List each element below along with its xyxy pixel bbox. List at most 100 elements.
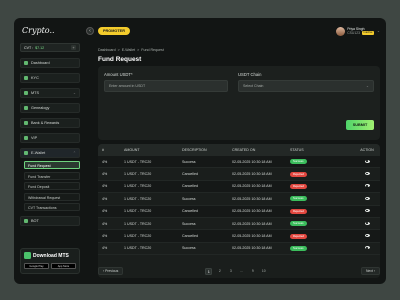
cell-description: Success bbox=[182, 246, 196, 251]
app-logo[interactable]: Crypto.. bbox=[22, 26, 80, 35]
view-eye-icon[interactable] bbox=[364, 221, 370, 225]
cell-amount: 1 USDT - TRC20 bbox=[124, 184, 152, 189]
page-number[interactable]: 2 bbox=[216, 268, 223, 275]
cell-index: 4% bbox=[102, 172, 108, 177]
status-badge: Rejected bbox=[290, 208, 308, 214]
cell-action bbox=[354, 246, 380, 250]
status-badge: Success bbox=[290, 221, 307, 227]
collapse-sidebar-button[interactable]: ‹ bbox=[86, 27, 94, 35]
cell-amount: 1 USDT - TRC20 bbox=[124, 246, 152, 251]
cell-index: 4% bbox=[102, 184, 108, 189]
cell-amount: 1 USDT - TRC20 bbox=[124, 196, 152, 201]
cell-index: 4% bbox=[102, 196, 108, 201]
sidebar-item-label: MTS bbox=[31, 91, 40, 95]
cell-action bbox=[354, 184, 380, 188]
submenu-fund-request[interactable]: Fund Request bbox=[24, 161, 80, 169]
breadcrumb-separator: > bbox=[137, 48, 140, 52]
status-badge: Rejected bbox=[290, 183, 308, 189]
cell-action bbox=[354, 234, 380, 238]
mts-icon bbox=[24, 91, 28, 95]
view-eye-icon[interactable] bbox=[364, 184, 370, 188]
google-play-button[interactable]: Google Play bbox=[24, 263, 49, 269]
cell-created-on: 02-05-2025 10:30:18 AM bbox=[232, 234, 272, 239]
user-menu[interactable]: Priya Singh CSU123 Inactive ⌄ bbox=[336, 26, 380, 36]
table-row: 4% 1 USDT - TRC20 Success 02-05-2025 10:30:… bbox=[98, 193, 380, 206]
fund-request-form: Amount USDT* Enter amount in USDT USDT C… bbox=[98, 66, 380, 140]
breadcrumb-current: Fund Request bbox=[141, 48, 164, 52]
cell-created-on: 02-05-2025 10:30:18 AM bbox=[232, 172, 272, 177]
header-status: STATUS bbox=[290, 148, 304, 152]
next-page-button[interactable]: Next › bbox=[360, 267, 380, 275]
cell-description: Cancelled bbox=[182, 172, 198, 177]
page-number[interactable]: 3 bbox=[227, 268, 234, 275]
sidebar-item-bank-rewards[interactable]: Bank & Rewards bbox=[20, 118, 80, 128]
amount-placeholder: Enter amount in USDT bbox=[109, 84, 146, 88]
sidebar-item-label: KYC bbox=[31, 76, 39, 80]
sidebar-item-dashboard[interactable]: Dashboard bbox=[20, 58, 80, 68]
breadcrumb-dashboard[interactable]: Dashboard bbox=[98, 48, 116, 52]
cell-index: 4% bbox=[102, 209, 108, 214]
view-eye-icon[interactable] bbox=[364, 209, 370, 213]
cell-status: Rejected bbox=[290, 183, 354, 189]
cell-amount: 1 USDT - TRC20 bbox=[124, 172, 152, 177]
view-eye-icon[interactable] bbox=[364, 234, 370, 238]
avatar bbox=[336, 26, 346, 36]
cell-description: Success bbox=[182, 221, 196, 226]
download-title: Download MTS bbox=[33, 252, 69, 259]
submit-button[interactable]: SUBMIT bbox=[346, 120, 374, 130]
submenu-cvt-transactions[interactable]: CVT Transactions bbox=[24, 203, 80, 211]
sidebar-item-kyc[interactable]: KYC bbox=[20, 73, 80, 83]
previous-page-button[interactable]: ‹ Previous bbox=[98, 267, 124, 275]
mts-logo-icon bbox=[24, 252, 31, 259]
cell-status: Rejected bbox=[290, 233, 354, 239]
breadcrumb-ewallet[interactable]: E-Wallet bbox=[122, 48, 135, 52]
cell-index: 4% bbox=[102, 221, 108, 226]
cell-index: 4% bbox=[102, 159, 108, 164]
cell-action bbox=[354, 221, 380, 226]
cell-action bbox=[354, 172, 380, 176]
fund-request-table: # AMOUNT DESCRIPTION CREATED ON STATUS A… bbox=[98, 144, 380, 278]
sidebar-item-bot[interactable]: BOT bbox=[20, 216, 80, 226]
cell-description: Cancelled bbox=[182, 209, 198, 214]
cvt-label: CVT : bbox=[24, 45, 34, 50]
chain-placeholder: Select Chain bbox=[243, 84, 264, 88]
view-eye-icon[interactable] bbox=[364, 196, 370, 200]
kyc-icon bbox=[24, 76, 28, 80]
wallet-icon bbox=[24, 151, 28, 155]
page-number[interactable]: 10 bbox=[260, 268, 267, 275]
header-created-on: CREATED ON bbox=[232, 148, 256, 152]
promoter-badge[interactable]: PROMOTER bbox=[98, 27, 130, 35]
cell-description: Cancelled bbox=[182, 184, 198, 189]
page-number[interactable]: 9 bbox=[249, 268, 256, 275]
table-header: # AMOUNT DESCRIPTION CREATED ON STATUS A… bbox=[98, 144, 380, 156]
cell-status: Success bbox=[290, 196, 354, 202]
submenu-withdrawal-request[interactable]: Withdrawal Request bbox=[24, 192, 80, 201]
amount-input[interactable]: Enter amount in USDT bbox=[104, 80, 228, 92]
chain-label: USDT Chain bbox=[238, 72, 262, 77]
cell-created-on: 02-05-2025 10:30:18 AM bbox=[232, 159, 272, 164]
table-row: 4% 1 USDT - TRC20 Cancelled 02-05-2025 10:3… bbox=[98, 180, 380, 194]
view-eye-icon[interactable] bbox=[364, 172, 370, 176]
cell-index: 4% bbox=[102, 234, 108, 239]
sidebar-item-ewallet[interactable]: E-Wallet ⌃ bbox=[20, 148, 80, 158]
cvt-value: $7.12 bbox=[35, 45, 45, 50]
table-body: 4% 1 USDT - TRC20 Success 02-05-2025 10:30:… bbox=[98, 156, 380, 256]
view-eye-icon[interactable] bbox=[364, 159, 370, 163]
app-store-button[interactable]: App Store bbox=[51, 263, 76, 269]
view-eye-icon[interactable] bbox=[364, 246, 370, 250]
genealogy-icon bbox=[24, 106, 28, 110]
chain-select[interactable]: Select Chain ⌄ bbox=[238, 80, 374, 92]
sidebar-item-genealogy[interactable]: Genealogy bbox=[20, 103, 80, 113]
sidebar-item-vip[interactable]: VIP bbox=[20, 133, 80, 143]
table-row: 4% 1 USDT - TRC20 Cancelled 02-05-2025 10:3… bbox=[98, 205, 380, 218]
download-app-card: Download MTS Google Play App Store bbox=[20, 248, 80, 274]
cell-status: Success bbox=[290, 245, 354, 251]
submenu-fund-deposit[interactable]: Fund Deposit bbox=[24, 182, 80, 190]
submenu-fund-transfer[interactable]: Fund Transfer bbox=[24, 171, 80, 180]
page-ellipsis: ... bbox=[240, 268, 244, 273]
sidebar-item-mts[interactable]: MTS ⌄ bbox=[20, 88, 80, 98]
page-number[interactable]: 1 bbox=[205, 267, 213, 275]
cell-status: Rejected bbox=[290, 171, 354, 177]
app-window: Crypto.. CVT : $7.12 + Dashboard KYC MTS… bbox=[14, 18, 386, 284]
add-cvt-icon[interactable]: + bbox=[71, 45, 76, 50]
